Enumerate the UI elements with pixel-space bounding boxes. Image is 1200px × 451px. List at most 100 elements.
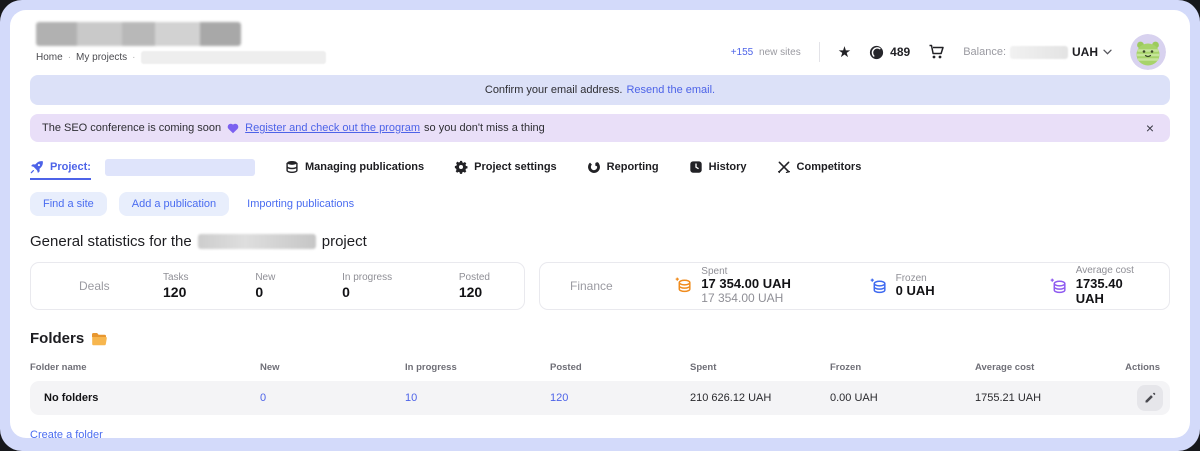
breadcrumb-separator: · bbox=[132, 52, 135, 63]
cart-button[interactable] bbox=[928, 44, 945, 60]
create-folder-link[interactable]: Create a folder bbox=[30, 429, 103, 438]
tab-settings-label: Project settings bbox=[474, 161, 557, 173]
header-divider bbox=[819, 42, 820, 62]
coins-orange-icon bbox=[674, 276, 693, 295]
finance-frozen: Frozen 0 UAH bbox=[869, 273, 1049, 299]
seo-banner-text: The SEO conference is coming soon Regist… bbox=[42, 122, 1142, 134]
deals-stats: Tasks 120 New 0 In progress 0 Posted 120 bbox=[163, 272, 490, 300]
tab-history[interactable]: History bbox=[689, 160, 747, 174]
favorites-button[interactable]: ★ bbox=[838, 45, 851, 60]
email-confirm-banner: Confirm your email address. Resend the e… bbox=[30, 75, 1170, 105]
breadcrumb-separator: · bbox=[68, 52, 71, 63]
average-cost-value: 1735.40 UAH bbox=[1076, 277, 1149, 307]
resend-email-link[interactable]: Resend the email. bbox=[626, 84, 715, 96]
seo-banner-suffix: so you don't miss a thing bbox=[424, 122, 545, 134]
page-title-project-redacted bbox=[198, 234, 316, 249]
header-in-progress: In progress bbox=[405, 362, 550, 373]
stat-posted-value: 120 bbox=[459, 284, 490, 300]
balance-amount-redacted bbox=[1010, 46, 1068, 59]
tab-competitors-label: Competitors bbox=[797, 161, 862, 173]
tab-managing-label: Managing publications bbox=[305, 161, 424, 173]
stat-new-value: 0 bbox=[255, 284, 275, 300]
stat-tasks: Tasks 120 bbox=[163, 272, 189, 300]
tab-project[interactable]: Project: bbox=[30, 159, 255, 176]
spent-value: 17 354.00 UAH bbox=[701, 277, 791, 292]
tab-reporting[interactable]: Reporting bbox=[587, 160, 659, 174]
user-avatar[interactable] bbox=[1130, 34, 1166, 70]
stat-new: New 0 bbox=[255, 272, 275, 300]
new-sites-count: +155 bbox=[731, 47, 754, 58]
breadcrumb-home[interactable]: Home bbox=[36, 52, 63, 63]
breadcrumb: Home · My projects · bbox=[36, 51, 326, 64]
cell-frozen: 0.00 UAH bbox=[830, 392, 975, 404]
database-icon bbox=[285, 160, 299, 174]
page-title: General statistics for the project bbox=[30, 233, 1170, 250]
coins-purple-icon bbox=[1049, 277, 1068, 296]
balance-label: Balance: bbox=[963, 46, 1006, 58]
coins-blue-icon bbox=[869, 277, 888, 296]
cell-in-progress-link[interactable]: 10 bbox=[405, 392, 550, 404]
coins-counter[interactable]: 489 bbox=[869, 45, 910, 60]
purple-heart-icon bbox=[227, 123, 239, 134]
balance-dropdown[interactable]: Balance: UAH bbox=[963, 45, 1112, 59]
cell-spent: 210 626.12 UAH bbox=[690, 392, 830, 404]
breadcrumb-my-projects[interactable]: My projects bbox=[76, 52, 127, 63]
finance-card: Finance Spent 17 354.00 UAH 17 354.00 UA… bbox=[539, 262, 1170, 310]
header-folder-name: Folder name bbox=[30, 362, 260, 373]
deals-card-label: Deals bbox=[79, 279, 163, 293]
seo-banner-prefix: The SEO conference is coming soon bbox=[42, 122, 221, 134]
add-publication-button[interactable]: Add a publication bbox=[119, 192, 229, 216]
cell-posted-link[interactable]: 120 bbox=[550, 392, 690, 404]
folder-icon bbox=[91, 332, 107, 346]
new-sites-label: new sites bbox=[759, 47, 801, 58]
coin-icon bbox=[869, 45, 884, 60]
spent-subvalue: 17 354.00 UAH bbox=[701, 292, 791, 306]
window-frame: Home · My projects · +155 new sites ★ bbox=[0, 0, 1200, 451]
finance-card-label: Finance bbox=[570, 279, 674, 293]
stats-cards: Deals Tasks 120 New 0 In progress 0 bbox=[30, 262, 1170, 310]
header-new: New bbox=[260, 362, 405, 373]
avatar-image bbox=[1130, 34, 1166, 70]
gear-icon bbox=[454, 160, 468, 174]
history-icon bbox=[689, 160, 703, 174]
stat-tasks-value: 120 bbox=[163, 284, 189, 300]
tab-competitors[interactable]: Competitors bbox=[777, 160, 862, 174]
stat-posted-label: Posted bbox=[459, 272, 490, 283]
tab-reporting-label: Reporting bbox=[607, 161, 659, 173]
stat-in-progress: In progress 0 bbox=[342, 272, 392, 300]
stat-tasks-label: Tasks bbox=[163, 272, 189, 283]
header-actions: Actions bbox=[1125, 362, 1170, 373]
close-icon[interactable]: × bbox=[1142, 121, 1158, 135]
stat-new-label: New bbox=[255, 272, 275, 283]
frozen-value: 0 UAH bbox=[896, 284, 935, 299]
tab-project-settings[interactable]: Project settings bbox=[454, 160, 557, 174]
page-title-prefix: General statistics for the bbox=[30, 233, 192, 250]
cell-new-link[interactable]: 0 bbox=[260, 392, 405, 404]
header-average-cost: Average cost bbox=[975, 362, 1125, 373]
pie-chart-icon bbox=[587, 160, 601, 174]
tab-project-label: Project: bbox=[50, 161, 91, 173]
cell-folder-name: No folders bbox=[30, 392, 260, 404]
seo-register-link[interactable]: Register and check out the program bbox=[245, 122, 420, 134]
folders-title: Folders bbox=[30, 330, 1170, 347]
header: Home · My projects · +155 new sites ★ bbox=[30, 22, 1170, 68]
email-banner-text: Confirm your email address. bbox=[485, 84, 623, 96]
stat-in-progress-value: 0 bbox=[342, 284, 392, 300]
find-site-button[interactable]: Find a site bbox=[30, 192, 107, 216]
finance-spent: Spent 17 354.00 UAH 17 354.00 UAH bbox=[674, 266, 868, 306]
page: Home · My projects · +155 new sites ★ bbox=[10, 10, 1190, 438]
tab-managing-publications[interactable]: Managing publications bbox=[285, 160, 424, 174]
folders-table-header: Folder name New In progress Posted Spent… bbox=[30, 362, 1170, 373]
importing-publications-link[interactable]: Importing publications bbox=[247, 198, 354, 210]
star-icon: ★ bbox=[838, 45, 851, 60]
stat-posted: Posted 120 bbox=[459, 272, 490, 300]
chevron-down-icon bbox=[1103, 49, 1112, 55]
new-sites-link[interactable]: +155 new sites bbox=[731, 47, 801, 58]
pencil-icon bbox=[1144, 392, 1156, 404]
toolbar: Find a site Add a publication Importing … bbox=[30, 192, 1170, 216]
edit-folder-button[interactable] bbox=[1137, 385, 1163, 411]
tab-history-label: History bbox=[709, 161, 747, 173]
folders-title-text: Folders bbox=[30, 330, 84, 347]
cart-icon bbox=[928, 44, 945, 60]
rocket-icon bbox=[30, 160, 44, 174]
